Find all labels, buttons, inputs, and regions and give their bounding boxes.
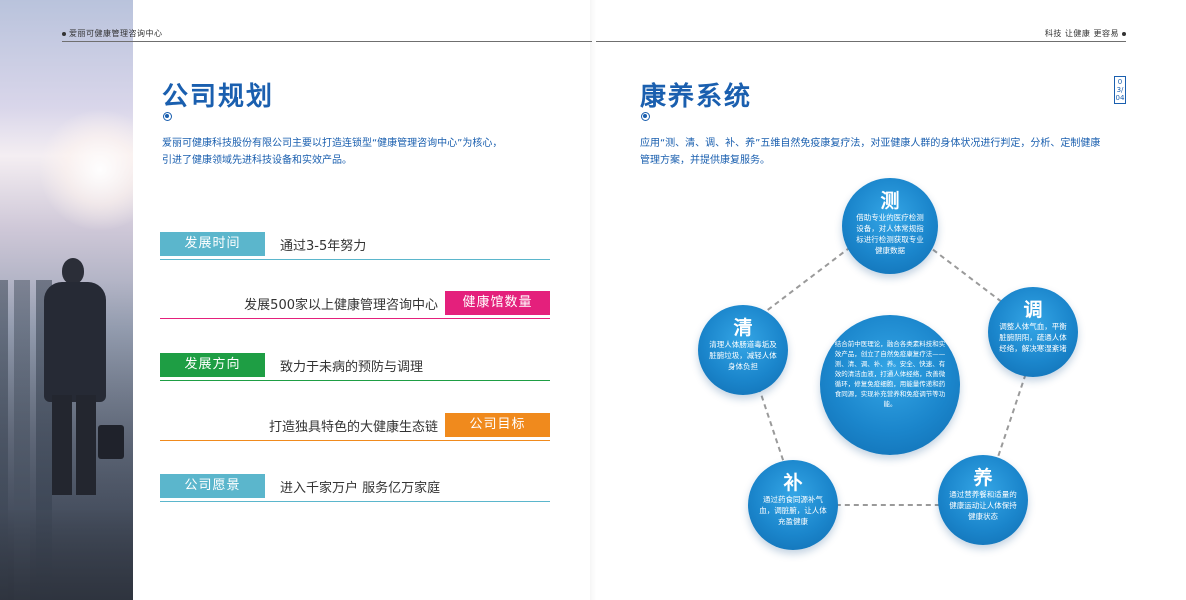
plan-text: 打造独具特色的大健康生态链	[268, 420, 438, 435]
plan-row: 发展时间 通过3-5年努力	[160, 232, 550, 260]
title-bullet-icon	[641, 112, 650, 121]
plan-text: 致力于未病的预防与调理	[280, 360, 424, 375]
node-cleanse: 清 清理人体肠道毒垢及脏腑垃圾，减轻人体身体负担	[698, 305, 788, 395]
plan-text: 进入千家万户 服务亿万家庭	[280, 481, 441, 496]
node-nourish: 养 通过营养餐和适量的健康运动让人体保持健康状态	[938, 455, 1028, 545]
node-test: 测 借助专业的医疗检测设备，对人体常规指标进行检测获取专业健康数据	[842, 178, 938, 274]
plan-tag: 公司目标	[445, 413, 550, 437]
title-bullet-icon	[163, 112, 172, 121]
page-title-left: 公司规划	[162, 82, 275, 112]
page-title-right: 康养系统	[640, 82, 753, 112]
plan-tag: 发展时间	[160, 232, 265, 256]
brochure-spread: 爱丽可健康管理咨询中心 科技 让健康 更容易 公司规划 爱丽可健康科技股份有限公…	[0, 0, 1186, 600]
plan-row: 公司愿景 进入千家万户 服务亿万家庭	[160, 474, 550, 502]
header-left: 爱丽可健康管理咨询中心	[62, 28, 163, 39]
plan-row: 发展方向 致力于未病的预防与调理	[160, 353, 550, 381]
bullet-icon	[62, 31, 66, 36]
node-supplement: 补 通过药食同源补气血，调脏腑，让人体充盈健康	[748, 460, 838, 550]
plan-tag: 健康馆数量	[445, 291, 550, 315]
plan-text: 发展500家以上健康管理咨询中心	[244, 298, 438, 313]
intro-left: 爱丽可健康科技股份有限公司主要以打造连锁型“健康管理咨询中心”为核心， 引进了健…	[162, 138, 503, 166]
intro-right: 应用“测、清、调、补、养”五维自然免疫康复疗法，对亚健康人群的身体状况进行判定，…	[640, 138, 1101, 166]
header-right: 科技 让健康 更容易	[1045, 28, 1126, 39]
plan-tag: 公司愿景	[160, 474, 265, 498]
plan-text: 通过3-5年努力	[280, 239, 367, 254]
wellness-system-diagram: 结合前中医理论，融合各类素料技和实效产品，创立了自然免疫康复疗法——测、清、调、…	[690, 175, 1100, 555]
header-rule-left	[62, 41, 592, 42]
plan-row: 健康馆数量 发展500家以上健康管理咨询中心	[160, 291, 550, 319]
plan-row: 公司目标 打造独具特色的大健康生态链	[160, 413, 550, 441]
plan-tag: 发展方向	[160, 353, 265, 377]
center-circle: 结合前中医理论，融合各类素料技和实效产品，创立了自然免疫康复疗法——测、清、调、…	[820, 315, 960, 455]
businessman-cityscape-photo	[0, 0, 133, 600]
page-number: 03/04	[1114, 76, 1126, 104]
bullet-icon	[1122, 31, 1126, 36]
page-gutter	[590, 0, 596, 600]
header-rule-right	[596, 41, 1126, 42]
node-adjust: 调 调整人体气血，平衡脏腑阴阳，疏通人体经络，解决寒湿紊堵	[988, 287, 1078, 377]
